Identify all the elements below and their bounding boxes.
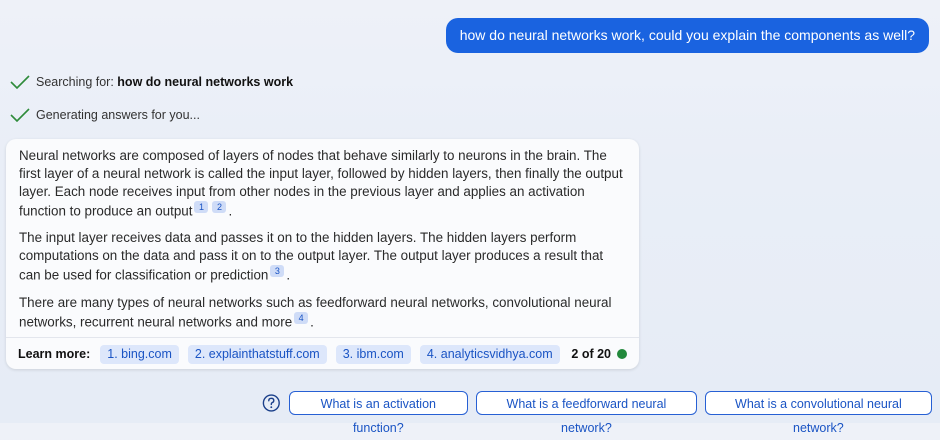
response-counter: 2 of 20 bbox=[571, 347, 627, 361]
suggestion-feedforward[interactable]: What is a feedforward neural network? bbox=[476, 391, 697, 435]
status-searching: Searching for: how do neural networks wo… bbox=[10, 75, 293, 89]
answer-text: The input layer receives data and passes… bbox=[19, 230, 604, 283]
citation-badge[interactable]: 4 bbox=[294, 311, 309, 324]
status-dot-icon bbox=[617, 349, 627, 359]
answer-paragraph: Neural networks are composed of layers o… bbox=[19, 147, 626, 220]
answer-body: Neural networks are composed of layers o… bbox=[6, 139, 639, 331]
answer-paragraph: There are many types of neural networks … bbox=[19, 294, 626, 331]
status-searching-query: how do neural networks work bbox=[117, 75, 294, 89]
learn-more-bar: Learn more: 1. bing.com 2. explainthatst… bbox=[6, 337, 639, 370]
learn-more-label: Learn more: bbox=[18, 347, 91, 361]
source-link-bing[interactable]: 1. bing.com bbox=[100, 344, 179, 364]
status-generating: Generating answers for you... bbox=[10, 108, 200, 122]
checkmark-icon bbox=[10, 75, 30, 89]
suggestion-bar: What is an activation function? What is … bbox=[262, 391, 940, 435]
citation-badge[interactable]: 1 bbox=[194, 201, 209, 213]
period: . bbox=[228, 203, 233, 219]
status-generating-text: Generating answers for you... bbox=[36, 108, 200, 122]
citation-badge[interactable]: 2 bbox=[212, 201, 227, 213]
answer-paragraph: The input layer receives data and passes… bbox=[19, 229, 626, 284]
source-link-explainthatstuff[interactable]: 2. explainthatstuff.com bbox=[187, 344, 327, 364]
source-link-ibm[interactable]: 3. ibm.com bbox=[335, 344, 411, 364]
user-message: how do neural networks work, could you e… bbox=[445, 18, 929, 53]
suggestion-activation-function[interactable]: What is an activation function? bbox=[288, 391, 469, 435]
source-link-analyticsvidhya[interactable]: 4. analyticsvidhya.com bbox=[419, 344, 560, 364]
answer-text: Neural networks are composed of layers o… bbox=[19, 148, 623, 219]
response-counter-text: 2 of 20 bbox=[571, 347, 611, 361]
answer-text: There are many types of neural networks … bbox=[19, 294, 612, 330]
suggestion-convolutional[interactable]: What is a convolutional neural network? bbox=[704, 391, 933, 435]
period: . bbox=[310, 314, 314, 330]
question-circle-icon[interactable] bbox=[262, 393, 281, 413]
checkmark-icon bbox=[10, 108, 30, 122]
citation-badge[interactable]: 3 bbox=[270, 265, 285, 278]
status-searching-prefix: Searching for: bbox=[36, 75, 118, 89]
period: . bbox=[286, 267, 291, 283]
answer-card: Neural networks are composed of layers o… bbox=[6, 139, 639, 369]
